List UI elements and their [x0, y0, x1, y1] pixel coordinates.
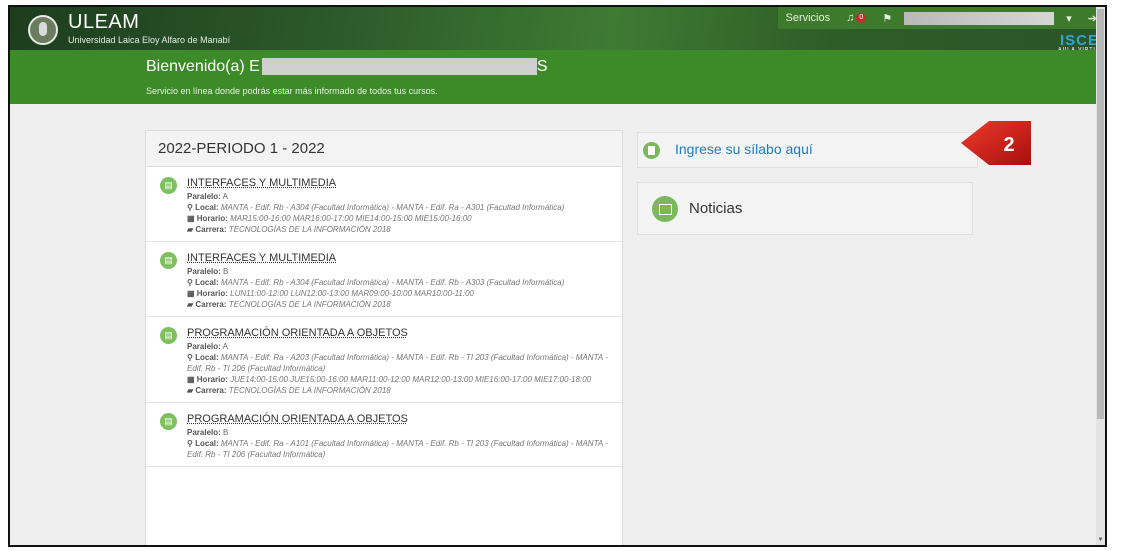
flag-icon[interactable]: ⚑: [874, 7, 900, 29]
course-paralelo: Paralelo: A: [187, 342, 228, 351]
course-list: ▤ INTERFACES Y MULTIMEDIA Paralelo: A ⚲ …: [146, 167, 622, 467]
news-panel[interactable]: Noticias: [637, 182, 973, 235]
notification-badge: 0: [856, 13, 867, 23]
chevron-down-icon[interactable]: ▾: [1058, 7, 1080, 29]
course-item: ▤ INTERFACES Y MULTIMEDIA Paralelo: B ⚲ …: [146, 242, 622, 317]
course-horario: ▦ Horario: MAR15:00-16:00 MAR16:00-17:00…: [187, 214, 472, 223]
course-local: ⚲ Local: MANTA - Edif. Rb - A304 (Facult…: [187, 203, 565, 212]
course-paralelo: Paralelo: B: [187, 428, 229, 437]
course-item: ▤ PROGRAMACIÓN ORIENTADA A OBJETOS Paral…: [146, 317, 622, 403]
course-title[interactable]: INTERFACES Y MULTIMEDIA: [187, 252, 336, 264]
course-item: ▤ INTERFACES Y MULTIMEDIA Paralelo: A ⚲ …: [146, 167, 622, 242]
news-title: Noticias: [689, 200, 743, 217]
course-title[interactable]: PROGRAMACIÓN ORIENTADA A OBJETOS: [187, 327, 408, 339]
syllabus-link[interactable]: Ingrese su sílabo aquí: [675, 141, 813, 157]
browser-frame: ULEAM Universidad Laica Eloy Alfaro de M…: [8, 5, 1107, 547]
redacted-name: [261, 58, 537, 76]
book-icon: ▤: [160, 252, 177, 269]
course-title[interactable]: INTERFACES Y MULTIMEDIA: [187, 177, 336, 189]
courses-panel: 2022-PERIODO 1 - 2022 ▤ INTERFACES Y MUL…: [145, 130, 623, 545]
course-item: ▤ PROGRAMACIÓN ORIENTADA A OBJETOS Paral…: [146, 403, 622, 467]
course-local: ⚲ Local: MANTA - Edif. Ra - A101 (Facult…: [187, 439, 608, 459]
services-menu[interactable]: Servicios: [778, 7, 839, 29]
top-navbar: ULEAM Universidad Laica Eloy Alfaro de M…: [10, 7, 1105, 53]
course-carrera: ▰ Carrera: TECNOLOGÍAS DE LA INFORMACIÓN…: [187, 225, 391, 234]
book-icon: ▤: [160, 413, 177, 430]
newspaper-icon: [652, 196, 678, 222]
isce-logo: ISCE AULA VIRTUAL: [1058, 32, 1105, 53]
brand-subtitle: Universidad Laica Eloy Alfaro de Manabí: [68, 35, 231, 45]
scroll-down-arrow-icon[interactable]: ▼: [1096, 537, 1105, 543]
welcome-greeting: Bienvenido(a) E: [146, 58, 260, 75]
document-icon: [643, 142, 660, 159]
book-icon: ▤: [160, 327, 177, 344]
notifications-button[interactable]: ♫ 0: [838, 7, 874, 29]
syllabus-panel[interactable]: Ingrese su sílabo aquí: [637, 132, 978, 168]
course-horario: ▦ Horario: JUE14:00-15:00 JUE15:00-16:00…: [187, 375, 592, 384]
user-nav: Servicios ♫ 0 ⚑ ▾ ➔: [777, 7, 1105, 29]
welcome-banner: Bienvenido(a) E S Servicio en línea donde…: [10, 50, 1105, 104]
course-paralelo: Paralelo: B: [187, 267, 229, 276]
welcome-name-end: S: [536, 58, 548, 75]
page-scrollbar[interactable]: ▼: [1096, 7, 1105, 545]
brand-title[interactable]: ULEAM: [68, 11, 139, 34]
course-carrera: ▰ Carrera: TECNOLOGÍAS DE LA INFORMACIÓN…: [187, 386, 391, 395]
welcome-subtitle: Servicio en línea donde podrás estar más…: [146, 86, 438, 96]
welcome-title: Bienvenido(a) E S: [146, 58, 548, 76]
step-marker-arrow: [961, 121, 1031, 165]
course-title[interactable]: PROGRAMACIÓN ORIENTADA A OBJETOS: [187, 413, 408, 425]
course-horario: ▦ Horario: LUN11:00-12:00 LUN12:00-13:00…: [187, 289, 474, 298]
step-marker: 2: [961, 121, 1031, 165]
user-menu-redacted[interactable]: [904, 11, 1055, 25]
period-heading: 2022-PERIODO 1 - 2022: [146, 131, 622, 167]
step-marker-number: 2: [1003, 134, 1014, 156]
course-local: ⚲ Local: MANTA - Edif. Rb - A304 (Facult…: [187, 278, 565, 287]
scrollbar-thumb[interactable]: [1097, 9, 1104, 419]
course-carrera: ▰ Carrera: TECNOLOGÍAS DE LA INFORMACIÓN…: [187, 300, 391, 309]
course-paralelo: Paralelo: A: [187, 192, 228, 201]
book-icon: ▤: [160, 177, 177, 194]
bell-icon: ♫: [846, 12, 855, 24]
university-logo-icon[interactable]: [28, 15, 58, 45]
course-local: ⚲ Local: MANTA - Edif. Ra - A203 (Facult…: [187, 353, 608, 373]
